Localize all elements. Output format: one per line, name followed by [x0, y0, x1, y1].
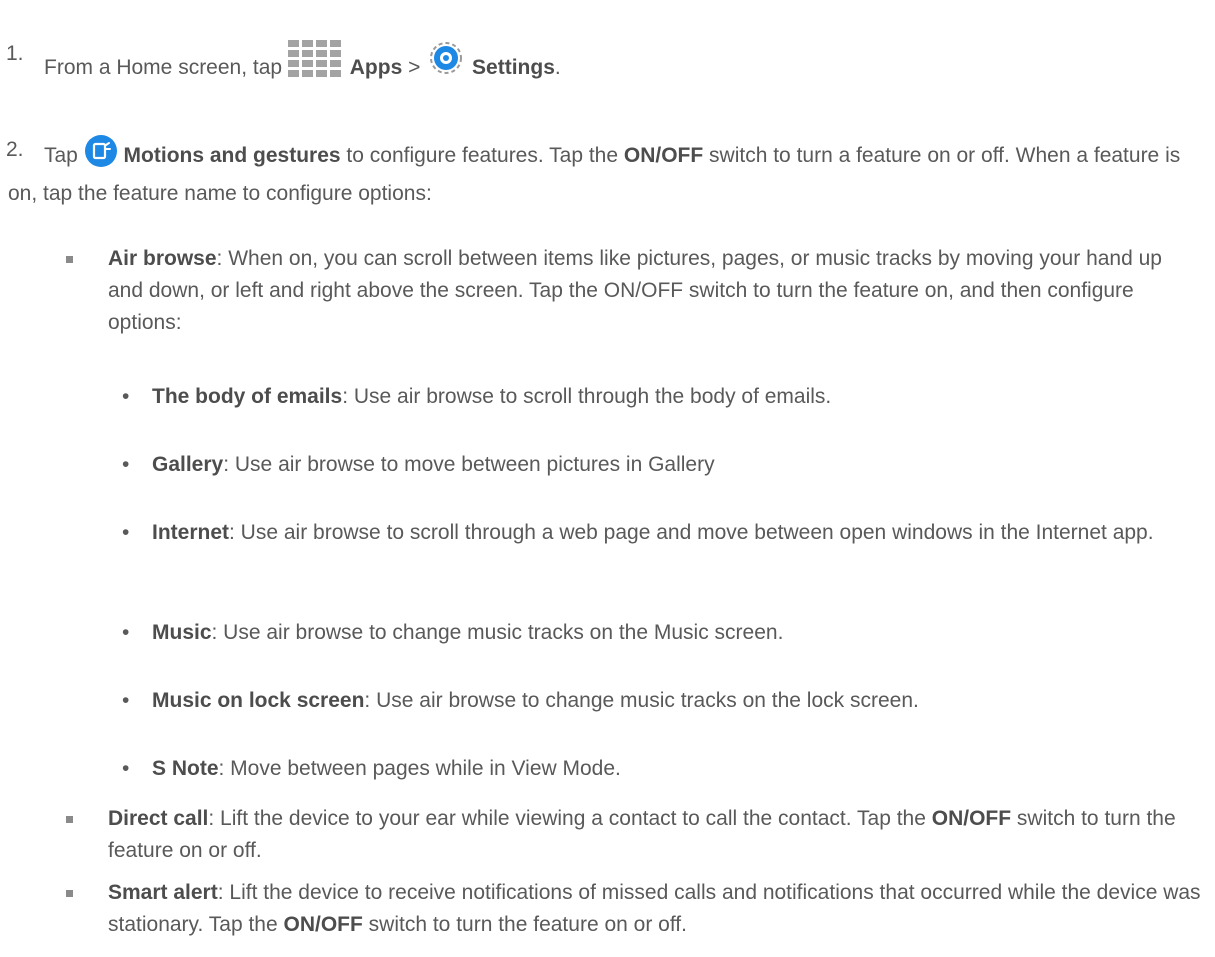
- feature-desc: switch to turn the feature on or off.: [362, 913, 687, 936]
- feature-name: Air browse: [108, 247, 217, 270]
- dot-bullet-icon: •: [122, 621, 130, 644]
- option-name: S Note: [152, 757, 219, 780]
- step-2-text: Tap Motions and gestures to configure fe…: [8, 134, 1201, 210]
- option-name: Internet: [152, 521, 230, 544]
- settings-label: Settings: [472, 56, 555, 79]
- feature-text: Direct call: Lift the device to your ear…: [108, 803, 1201, 867]
- square-bullet-icon: [66, 256, 73, 263]
- dot-bullet-icon: •: [122, 385, 130, 408]
- motions-gestures-icon: [84, 134, 118, 178]
- option-desc: : Move between pages while in View Mode.: [218, 757, 621, 780]
- option-name: Gallery: [152, 453, 224, 476]
- feature-desc: : When on, you can scroll between items …: [108, 247, 1162, 334]
- option-desc: : Use air browse to scroll through the b…: [342, 385, 832, 408]
- option-text: Gallery: Use air browse to move between …: [152, 449, 1201, 481]
- dot-bullet-icon: •: [122, 757, 130, 780]
- step-text: .: [554, 56, 561, 79]
- option-desc: : Use air browse to scroll through a web…: [229, 521, 1154, 544]
- dot-bullet-icon: •: [122, 453, 130, 476]
- settings-gear-icon: [426, 38, 466, 88]
- feature-name: Direct call: [108, 807, 209, 830]
- option-text: The body of emails: Use air browse to sc…: [152, 381, 1201, 413]
- apps-grid-icon: [287, 40, 344, 88]
- square-bullet-icon: [66, 816, 73, 823]
- option-name: Music: [152, 621, 212, 644]
- step-number: 1.: [6, 42, 24, 65]
- dot-bullet-icon: •: [122, 689, 130, 712]
- option-desc: : Use air browse to change music tracks …: [211, 621, 784, 644]
- apps-label: Apps: [349, 56, 403, 79]
- option-name: The body of emails: [152, 385, 343, 408]
- feature-text: Smart alert: Lift the device to receive …: [108, 877, 1201, 941]
- option-text: Internet: Use air browse to scroll throu…: [152, 517, 1201, 549]
- option-text: S Note: Move between pages while in View…: [152, 753, 1201, 785]
- feature-name: Smart alert: [108, 881, 218, 904]
- onoff-label: ON/OFF: [931, 807, 1012, 830]
- step-text: Tap: [44, 144, 84, 167]
- square-bullet-icon: [66, 890, 73, 897]
- step-text: From a Home screen, tap: [44, 56, 288, 79]
- onoff-label: ON/OFF: [623, 144, 704, 167]
- feature-desc: : Lift the device to your ear while view…: [208, 807, 932, 830]
- feature-text: Air browse: When on, you can scroll betw…: [108, 243, 1201, 339]
- option-text: Music: Use air browse to change music tr…: [152, 617, 1201, 649]
- dot-bullet-icon: •: [122, 521, 130, 544]
- onoff-label: ON/OFF: [283, 913, 363, 936]
- step-text: >: [402, 56, 427, 79]
- option-desc: : Use air browse to move between picture…: [223, 453, 715, 476]
- step-text: to configure features. Tap the: [340, 144, 624, 167]
- step-1: 1. From a Home screen, tap Apps > Settin…: [0, 38, 1215, 79]
- step-1-text: From a Home screen, tap Apps > Settings.: [44, 38, 1201, 88]
- option-desc: : Use air browse to change music tracks …: [364, 689, 919, 712]
- option-text: Music on lock screen: Use air browse to …: [152, 685, 1201, 717]
- option-name: Music on lock screen: [152, 689, 365, 712]
- motions-label: Motions and gestures: [123, 144, 341, 167]
